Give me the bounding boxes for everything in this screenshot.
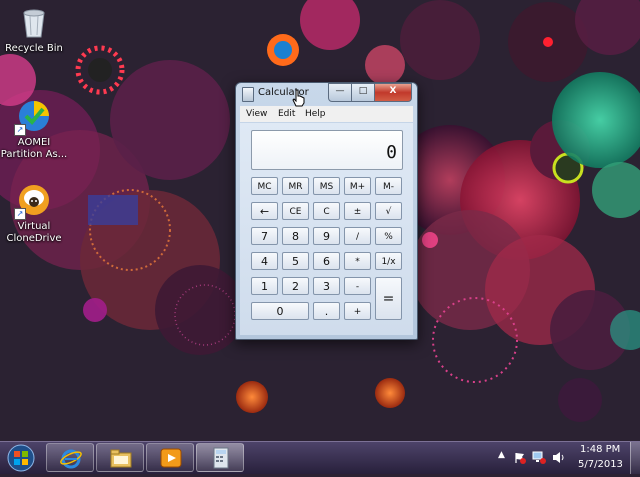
start-button[interactable] (3, 443, 39, 473)
desktop-icon-virtual-clonedrive[interactable]: ↗ Virtual CloneDrive (0, 182, 72, 245)
key-decimal[interactable]: . (313, 302, 340, 320)
key-6[interactable]: 6 (313, 252, 340, 270)
desktop-icon-label: AOMEI Partition As... (0, 137, 68, 160)
key-equals[interactable]: = (375, 277, 402, 320)
recycle-bin-icon (16, 4, 52, 40)
media-player-icon (160, 448, 182, 468)
network-icon[interactable] (532, 451, 546, 464)
system-tray: ▲ 1:48 PM 5/7/2013 (494, 442, 640, 474)
shortcut-arrow-icon: ↗ (14, 208, 26, 220)
key-c[interactable]: C (313, 202, 340, 220)
calculator-titlebar[interactable]: Calculator — □ X (236, 83, 417, 105)
taskbar-internet-explorer[interactable] (46, 443, 94, 472)
desktop-icon-label: Virtual CloneDrive (6, 221, 62, 244)
taskbar-file-explorer[interactable] (96, 443, 144, 472)
calculator-body: 0 MC MR MS M+ M- ← CE C ± √ 7 8 9 / % 4 … (240, 123, 413, 335)
key-plus-minus[interactable]: ± (344, 202, 371, 220)
show-desktop-button[interactable] (630, 442, 640, 474)
key-2[interactable]: 2 (282, 277, 309, 295)
clock-time[interactable]: 1:48 PM (580, 444, 620, 455)
file-explorer-icon (110, 449, 132, 468)
taskbar-media-player[interactable] (146, 443, 194, 472)
key-0[interactable]: 0 (251, 302, 309, 320)
taskbar-calculator[interactable] (196, 443, 244, 472)
key-mc[interactable]: MC (251, 177, 278, 195)
key-multiply[interactable]: * (344, 252, 371, 270)
key-8[interactable]: 8 (282, 227, 309, 245)
key-4[interactable]: 4 (251, 252, 278, 270)
desktop-icon-recycle-bin[interactable]: Recycle Bin (0, 4, 72, 55)
key-reciprocal[interactable]: 1/x (375, 252, 402, 270)
desktop-icon-aomei-partition[interactable]: ↗ AOMEI Partition As... (0, 98, 72, 161)
key-add[interactable]: + (344, 302, 371, 320)
aomei-partition-icon: ↗ (14, 98, 52, 136)
clock-date[interactable]: 5/7/2013 (578, 459, 623, 470)
virtual-clonedrive-sheep-icon: ↗ (14, 182, 52, 220)
calculator-menubar: View Edit Help (240, 106, 413, 122)
menu-help[interactable]: Help (305, 109, 326, 119)
key-1[interactable]: 1 (251, 277, 278, 295)
display-value: 0 (386, 142, 397, 163)
desktop-icon-label: Recycle Bin (5, 43, 63, 54)
show-hidden-icons-arrow-icon[interactable]: ▲ (498, 450, 505, 460)
minimize-button[interactable]: — (328, 83, 352, 102)
key-percent[interactable]: % (375, 227, 402, 245)
menu-edit[interactable]: Edit (278, 109, 295, 119)
calculator-icon (242, 87, 254, 102)
menu-view[interactable]: View (246, 109, 267, 119)
key-m-plus[interactable]: M+ (344, 177, 371, 195)
maximize-button[interactable]: □ (351, 83, 375, 102)
volume-icon[interactable] (552, 451, 566, 464)
windows-logo-icon (7, 444, 35, 472)
calculator-window[interactable]: Calculator — □ X View Edit Help 0 MC MR … (235, 82, 418, 340)
key-sqrt[interactable]: √ (375, 202, 402, 220)
key-7[interactable]: 7 (251, 227, 278, 245)
action-center-flag-icon[interactable] (514, 452, 526, 464)
calculator-icon (213, 447, 229, 469)
shortcut-arrow-icon: ↗ (14, 124, 26, 136)
key-ms[interactable]: MS (313, 177, 340, 195)
key-mr[interactable]: MR (282, 177, 309, 195)
key-5[interactable]: 5 (282, 252, 309, 270)
calculator-display: 0 (251, 130, 403, 170)
close-button[interactable]: X (374, 83, 412, 102)
key-3[interactable]: 3 (313, 277, 340, 295)
key-m-minus[interactable]: M- (375, 177, 402, 195)
key-divide[interactable]: / (344, 227, 371, 245)
key-subtract[interactable]: - (344, 277, 371, 295)
internet-explorer-icon (60, 449, 82, 469)
key-9[interactable]: 9 (313, 227, 340, 245)
key-backspace[interactable]: ← (251, 202, 278, 220)
taskbar: ▲ 1:48 PM 5/7/2013 (0, 441, 640, 474)
key-ce[interactable]: CE (282, 202, 309, 220)
mouse-pointer-hand-icon (292, 89, 305, 107)
